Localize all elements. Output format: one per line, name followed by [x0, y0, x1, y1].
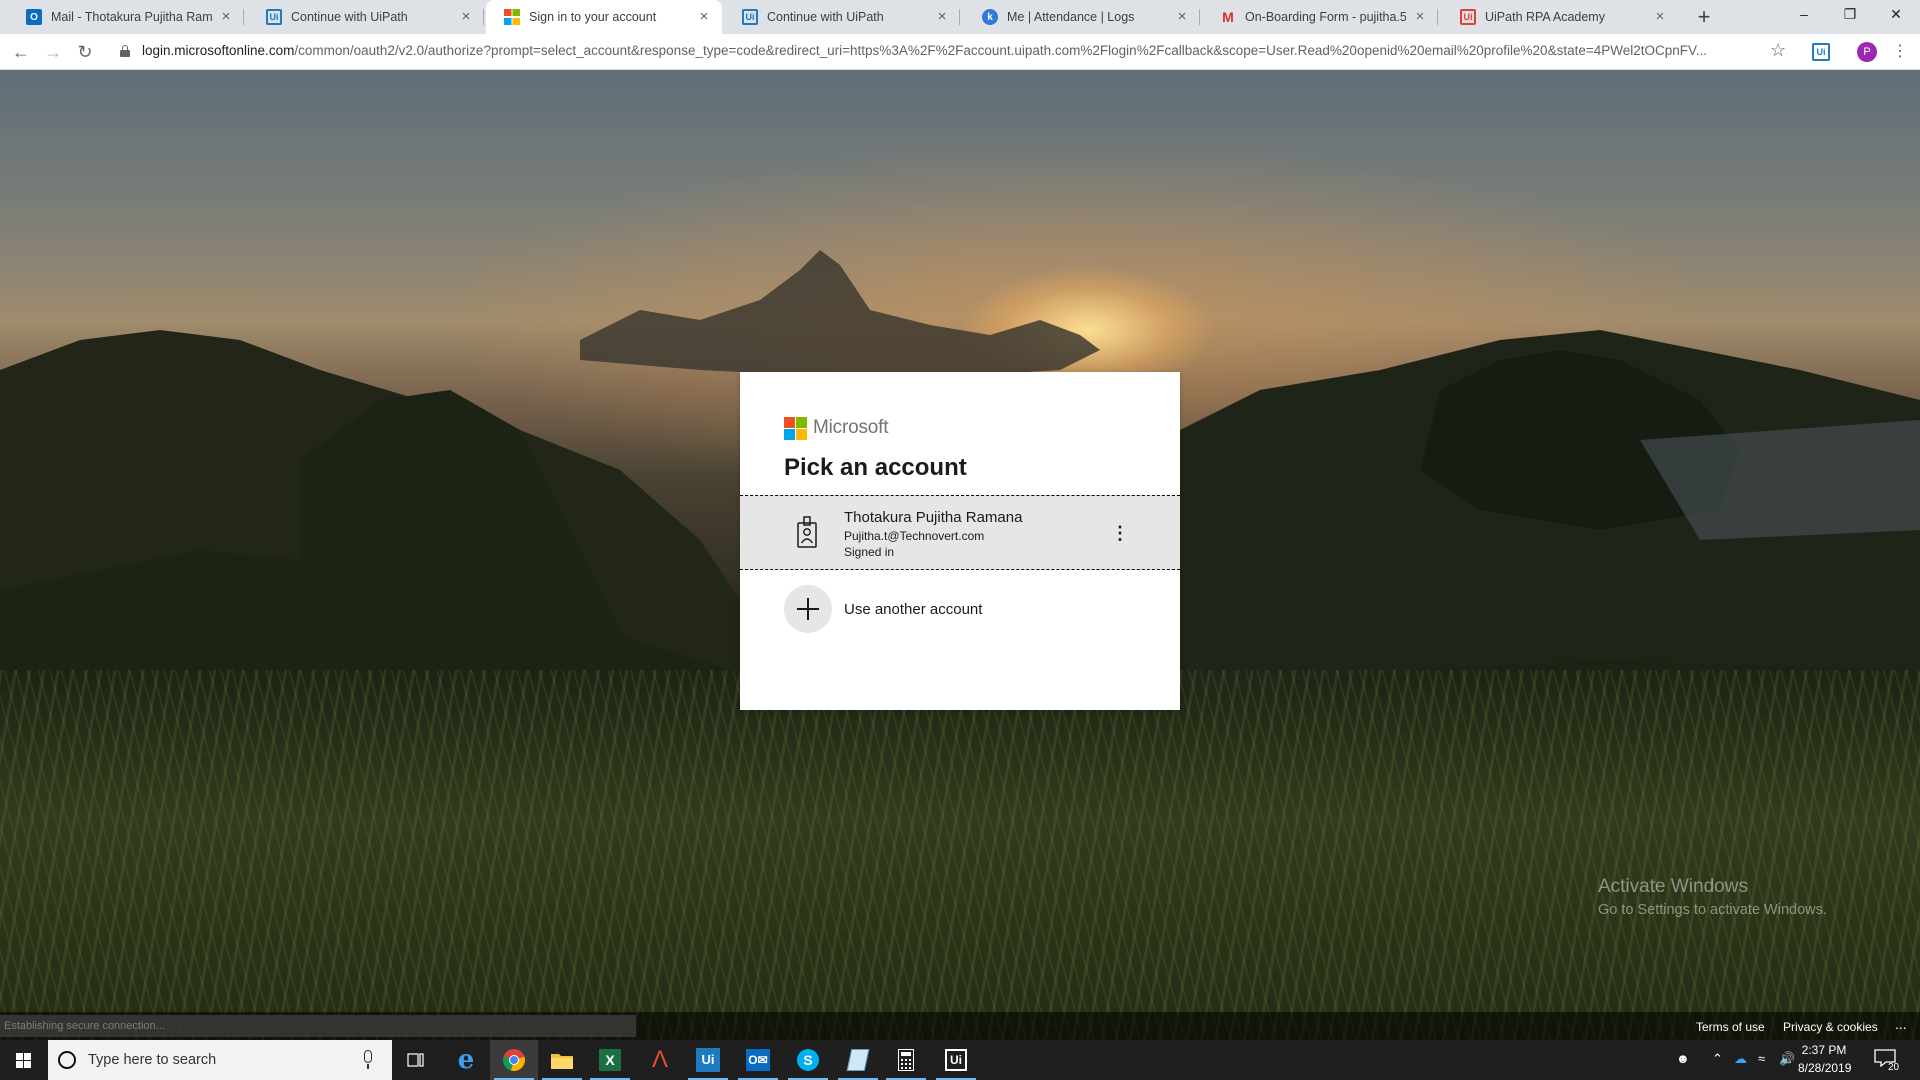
tab-uipath-academy[interactable]: Ui UiPath RPA Academy × — [1442, 0, 1678, 34]
tab-sign-in[interactable]: Sign in to your account × — [486, 0, 722, 34]
privacy-cookies-link[interactable]: Privacy & cookies — [1783, 1020, 1878, 1034]
outlook-icon: O — [26, 9, 42, 25]
taskbar-search-box[interactable]: Type here to search — [48, 1040, 392, 1080]
tab-title: On-Boarding Form - pujitha.505 — [1245, 10, 1406, 24]
activate-windows-title: Activate Windows — [1598, 876, 1748, 897]
tab-title: UiPath RPA Academy — [1485, 10, 1605, 24]
search-placeholder: Type here to search — [88, 1052, 217, 1068]
uipath-studio-icon[interactable]: Ui — [684, 1040, 732, 1080]
notepad-icon[interactable] — [834, 1040, 882, 1080]
onedrive-icon[interactable]: ☁ — [1734, 1051, 1747, 1067]
activate-windows-subtitle: Go to Settings to activate Windows. — [1598, 902, 1827, 918]
account-status: Signed in — [844, 545, 895, 559]
work-account-badge-icon — [797, 516, 817, 548]
account-picker-card: Microsoft Pick an account Thotakura Puji… — [740, 372, 1180, 710]
window-close-icon[interactable]: ✕ — [1873, 0, 1919, 30]
browser-toolbar: ← → ↻ login.microsoftonline.com/common/o… — [0, 34, 1920, 70]
outlook-taskbar-icon[interactable]: O✉ — [734, 1040, 782, 1080]
bookmark-star-icon[interactable]: ☆ — [1770, 40, 1786, 61]
edge-icon[interactable]: e — [442, 1040, 490, 1080]
close-icon[interactable]: × — [934, 9, 950, 25]
keka-icon: k — [982, 9, 998, 25]
plus-icon — [784, 585, 832, 633]
tab-continue-uipath[interactable]: Ui Continue with UiPath × — [248, 0, 484, 34]
close-icon[interactable]: × — [696, 9, 712, 25]
calculator-icon[interactable] — [882, 1040, 930, 1080]
notification-count: 20 — [1888, 1062, 1900, 1073]
uipath-icon: Ui — [266, 9, 282, 25]
excel-icon[interactable]: X — [586, 1040, 634, 1080]
tab-attendance[interactable]: k Me | Attendance | Logs × — [964, 0, 1200, 34]
microsoft-icon — [504, 9, 520, 25]
uipath-icon: Ui — [742, 9, 758, 25]
task-view-icon[interactable] — [392, 1040, 440, 1080]
show-hidden-icons-icon[interactable]: ⌃ — [1712, 1051, 1723, 1067]
browser-status-bubble: Establishing secure connection... — [0, 1015, 636, 1037]
uipath-robot-icon[interactable]: Ui — [932, 1040, 980, 1080]
close-icon[interactable]: × — [458, 9, 474, 25]
close-icon[interactable]: × — [1652, 9, 1668, 25]
start-button[interactable] — [0, 1040, 48, 1080]
tab-mail[interactable]: O Mail - Thotakura Pujitha Ramana × — [8, 0, 244, 34]
back-icon[interactable]: ← — [9, 40, 33, 64]
use-another-account-button[interactable]: Use another account — [740, 581, 1180, 637]
minimize-icon[interactable]: – — [1781, 0, 1827, 30]
footer-more-icon[interactable]: ... — [1895, 1016, 1907, 1032]
lock-icon[interactable] — [120, 45, 130, 57]
clock-date[interactable]: 8/28/2019 — [1798, 1061, 1851, 1075]
windows-logo-icon — [16, 1053, 31, 1068]
forward-icon[interactable]: → — [41, 40, 65, 64]
browser-menu-icon[interactable]: ⋮ — [1892, 42, 1908, 62]
account-tile[interactable]: Thotakura Pujitha Ramana Pujitha.t@Techn… — [740, 495, 1180, 570]
terms-of-use-link[interactable]: Terms of use — [1696, 1020, 1765, 1034]
uipath-extension-icon[interactable]: Ui — [1812, 43, 1830, 61]
browser-tab-strip: O Mail - Thotakura Pujitha Ramana × Ui C… — [0, 0, 1920, 34]
address-bar[interactable]: login.microsoftonline.com/common/oauth2/… — [142, 43, 1752, 58]
file-explorer-icon[interactable] — [538, 1040, 586, 1080]
account-name: Thotakura Pujitha Ramana — [844, 509, 1023, 526]
cortana-icon — [58, 1051, 76, 1069]
wifi-icon[interactable]: ≈ — [1758, 1051, 1765, 1066]
page-title: Pick an account — [784, 454, 967, 481]
close-icon[interactable]: × — [1174, 9, 1190, 25]
more-options-icon[interactable]: ⋮ — [1111, 518, 1129, 548]
chrome-icon[interactable] — [490, 1040, 538, 1080]
url-domain: login.microsoftonline.com — [142, 43, 295, 58]
skype-icon[interactable]: S — [784, 1040, 832, 1080]
people-icon[interactable]: ☻ — [1676, 1051, 1690, 1066]
clock-time[interactable]: 2:37 PM — [1798, 1043, 1850, 1057]
account-email: Pujitha.t@Technovert.com — [844, 529, 985, 543]
gmail-icon: M — [1222, 9, 1234, 25]
tab-continue-uipath-2[interactable]: Ui Continue with UiPath × — [724, 0, 960, 34]
new-tab-button[interactable]: + — [1692, 5, 1716, 29]
restore-icon[interactable]: ❐ — [1827, 0, 1873, 30]
acrobat-icon[interactable]: Λ — [636, 1040, 684, 1080]
close-icon[interactable]: × — [1412, 9, 1428, 25]
tab-title: Continue with UiPath — [767, 10, 884, 24]
microsoft-wordmark: Microsoft — [813, 417, 889, 438]
microsoft-logo: Microsoft — [784, 416, 888, 440]
close-icon[interactable]: × — [218, 9, 234, 25]
tab-onboarding-form[interactable]: M On-Boarding Form - pujitha.505 × — [1202, 0, 1438, 34]
microphone-icon[interactable] — [364, 1050, 372, 1063]
reload-icon[interactable]: ↻ — [73, 40, 97, 64]
use-another-account-label: Use another account — [844, 601, 983, 618]
tab-title: Mail - Thotakura Pujitha Ramana — [51, 10, 212, 24]
tab-title: Me | Attendance | Logs — [1007, 10, 1135, 24]
microsoft-logo-icon — [784, 416, 807, 440]
url-path: /common/oauth2/v2.0/authorize?prompt=sel… — [294, 43, 1708, 58]
uipath-academy-icon: Ui — [1460, 9, 1476, 25]
tab-title: Continue with UiPath — [291, 10, 408, 24]
tab-title: Sign in to your account — [529, 10, 657, 24]
profile-avatar[interactable]: P — [1857, 42, 1877, 62]
volume-icon[interactable]: 🔊 — [1779, 1051, 1795, 1067]
windows-taskbar: Type here to search e X Λ Ui O✉ S Ui ☻ ⌃… — [0, 1040, 1920, 1080]
grass-foreground — [0, 670, 1920, 1040]
